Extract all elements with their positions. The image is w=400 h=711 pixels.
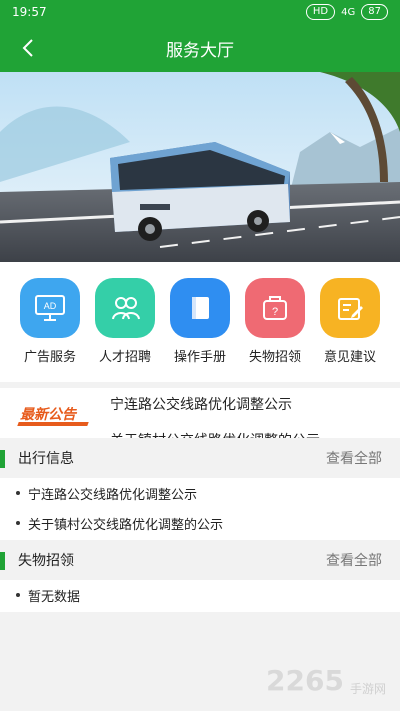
- note-edit-icon: [320, 278, 380, 338]
- watermark: 2265 手游网: [266, 664, 386, 697]
- svg-text:AD: AD: [44, 301, 57, 311]
- list-item[interactable]: 关于镇村公交线路优化调整的公示: [0, 508, 400, 538]
- empty-area: 2265 手游网: [0, 612, 400, 711]
- ad-icon: AD: [20, 278, 80, 338]
- section-travel-header: 出行信息 查看全部: [0, 440, 400, 476]
- notice-line-1[interactable]: 宁连路公交线路优化调整公示: [110, 394, 292, 414]
- travel-view-all-link[interactable]: 查看全部: [326, 448, 382, 468]
- notice-line-2[interactable]: 关于镇村公交线路优化调整的公示: [110, 430, 320, 438]
- list-item-text: 关于镇村公交线路优化调整的公示: [28, 517, 224, 533]
- menu-label-lost-found: 失物招领: [248, 350, 301, 365]
- battery-indicator: 87: [361, 4, 388, 20]
- menu-item-feedback[interactable]: 意见建议: [314, 278, 386, 382]
- menu-label-ad-service: 广告服务: [23, 350, 76, 365]
- menu-item-manual[interactable]: 操作手册: [164, 278, 236, 382]
- bullet-dot: [16, 491, 20, 495]
- app-topbar: 19:57 HD 4G 87 服务大厅: [0, 0, 400, 72]
- signal-label: 4G: [341, 6, 356, 18]
- chevron-left-icon: [22, 39, 33, 57]
- section-accent-bar: [0, 552, 5, 570]
- latest-notice-logo: 最新公告: [17, 404, 89, 426]
- menu-item-ad-service[interactable]: AD 广告服务: [14, 278, 86, 382]
- section-title-lost-found: 失物招领: [18, 553, 74, 569]
- list-item[interactable]: 宁连路公交线路优化调整公示: [0, 478, 400, 508]
- notice-logo-underline: [17, 422, 89, 426]
- section-lost-found-header: 失物招领 查看全部: [0, 542, 400, 578]
- service-hall-page: 19:57 HD 4G 87 服务大厅 AD 广告服务 人才招聘 操作手册 ? …: [0, 0, 400, 711]
- back-button[interactable]: [12, 32, 44, 64]
- status-time: 19:57: [12, 5, 47, 19]
- menu-item-recruitment[interactable]: 人才招聘: [89, 278, 161, 382]
- bullet-dot: [16, 521, 20, 525]
- service-menu: AD 广告服务 人才招聘 操作手册 ? 失物招领 意见建议: [0, 262, 400, 382]
- watermark-text: 2265: [266, 664, 344, 697]
- travel-info-list: 宁连路公交线路优化调整公示 关于镇村公交线路优化调整的公示: [0, 478, 400, 540]
- latest-notice-logo-text: 最新公告: [20, 407, 76, 423]
- section-accent-bar: [0, 450, 5, 468]
- latest-notice-banner[interactable]: 最新公告 宁连路公交线路优化调整公示 关于镇村公交线路优化调整的公示: [0, 388, 400, 438]
- status-indicators: HD 4G 87: [305, 4, 388, 20]
- list-item-text: 宁连路公交线路优化调整公示: [28, 487, 198, 503]
- empty-state-text: 暂无数据: [28, 589, 81, 605]
- page-title: 服务大厅: [166, 40, 234, 61]
- menu-item-lost-found[interactable]: ? 失物招领: [239, 278, 311, 382]
- hd-badge: HD: [305, 4, 336, 20]
- menu-label-feedback: 意见建议: [323, 350, 376, 365]
- bus-banner[interactable]: [0, 72, 400, 262]
- menu-label-recruitment: 人才招聘: [98, 350, 151, 365]
- bullet-dot: [16, 593, 20, 597]
- book-icon: [170, 278, 230, 338]
- svg-text:?: ?: [272, 306, 278, 318]
- status-bar: 19:57 HD 4G 87: [0, 0, 400, 24]
- lost-found-view-all-link[interactable]: 查看全部: [326, 550, 382, 570]
- menu-label-manual: 操作手册: [173, 350, 226, 365]
- watermark-subtext: 手游网: [349, 682, 386, 696]
- section-title-travel: 出行信息: [18, 451, 74, 467]
- lost-found-list: 暂无数据: [0, 580, 400, 612]
- people-icon: [95, 278, 155, 338]
- bag-icon: ?: [245, 278, 305, 338]
- list-item: 暂无数据: [0, 580, 400, 610]
- nav-header: 服务大厅: [0, 24, 400, 72]
